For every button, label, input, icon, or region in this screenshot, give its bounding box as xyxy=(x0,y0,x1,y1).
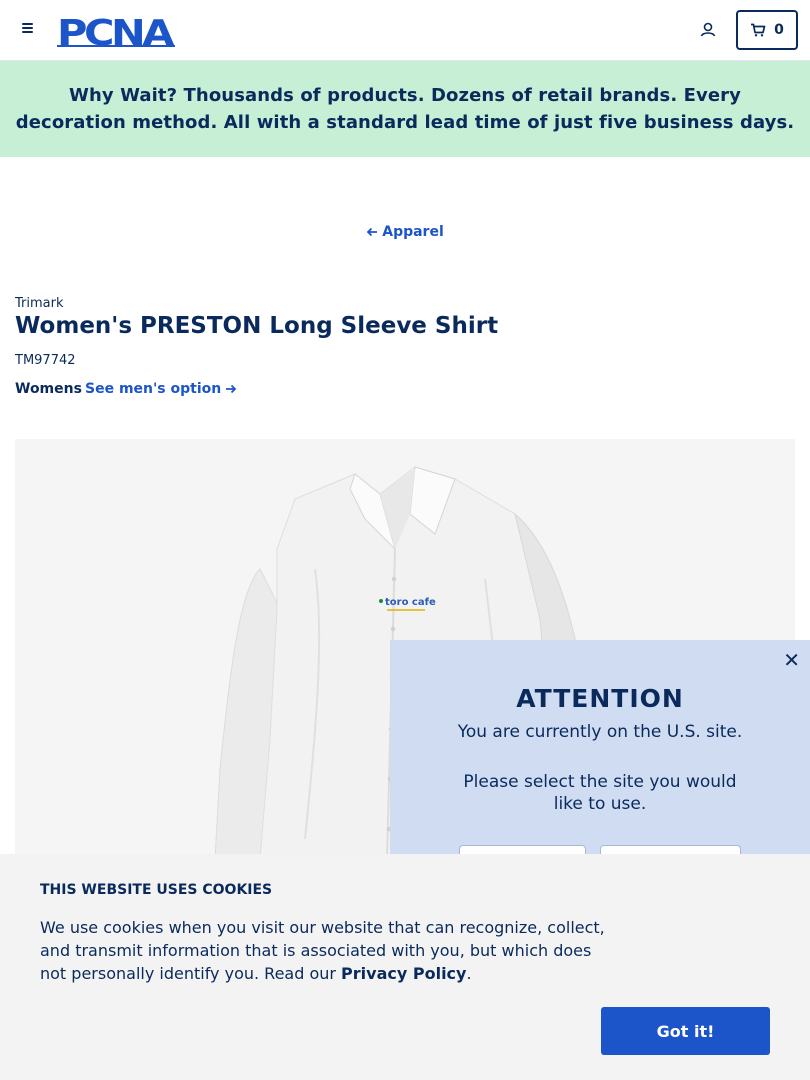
cookie-title: THIS WEBSITE USES COOKIES xyxy=(40,882,273,898)
gender-label: Womens xyxy=(15,381,82,397)
modal-current-site-text: You are currently on the U.S. site. xyxy=(457,722,743,742)
product-sku: TM97742 xyxy=(15,353,76,368)
cookie-text: We use cookies when you visit our websit… xyxy=(40,916,620,985)
privacy-policy-link[interactable]: Privacy Policy xyxy=(341,964,466,983)
arrow-left-icon xyxy=(366,227,378,237)
mens-option-label: See men's option xyxy=(85,381,222,397)
back-to-apparel-link[interactable]: Apparel xyxy=(366,224,444,240)
cookie-banner: THIS WEBSITE USES COOKIES We use cookies… xyxy=(0,854,810,1080)
see-mens-option-link[interactable]: See men's option xyxy=(85,381,237,397)
svg-text:PCNA: PCNA xyxy=(57,14,175,48)
promo-text: Why Wait? Thousands of products. Dozens … xyxy=(14,82,796,136)
product-title: Women's PRESTON Long Sleeve Shirt xyxy=(15,313,499,339)
pcna-logo[interactable]: PCNA xyxy=(57,14,177,48)
site-select-modal: ✕ ATTENTION You are currently on the U.S… xyxy=(390,640,810,881)
promo-banner: Why Wait? Thousands of products. Dozens … xyxy=(0,61,810,157)
promo-lead: Why Wait? xyxy=(69,85,178,106)
modal-instruction-text: Please select the site you would like to… xyxy=(463,772,737,814)
menu-icon[interactable] xyxy=(20,21,36,39)
cart-count: 0 xyxy=(774,22,784,38)
shirt-logo-imprint: toro cafe xyxy=(385,597,436,608)
back-link-label: Apparel xyxy=(382,224,444,240)
cookie-body: We use cookies when you visit our websit… xyxy=(40,918,605,983)
close-icon[interactable]: ✕ xyxy=(783,648,800,672)
accept-cookies-button[interactable]: Got it! xyxy=(601,1007,770,1055)
arrow-right-icon xyxy=(226,384,237,394)
product-brand: Trimark xyxy=(15,296,64,311)
modal-title: ATTENTION xyxy=(516,684,684,713)
cookie-suffix: . xyxy=(466,964,472,983)
breadcrumb: Apparel xyxy=(0,224,810,241)
site-header: PCNA 0 xyxy=(0,0,810,61)
cart-icon xyxy=(751,23,766,37)
account-icon[interactable] xyxy=(698,20,718,40)
cart-button[interactable]: 0 xyxy=(736,10,798,50)
